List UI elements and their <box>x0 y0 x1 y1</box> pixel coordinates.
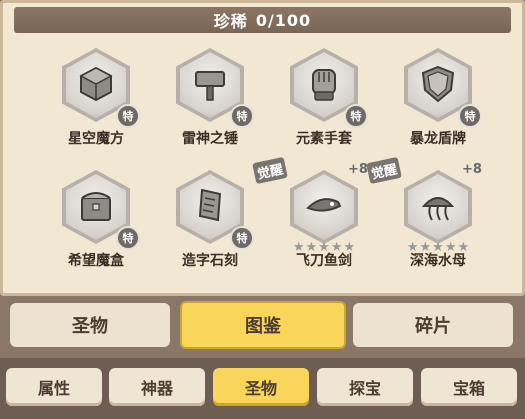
tab-relics[interactable]: 圣物 <box>10 303 170 347</box>
relic-item-stone-carving[interactable]: 特 造字石刻 <box>148 162 268 282</box>
bottom-nav: 属性 神器 圣物 探宝 宝箱 <box>0 358 525 419</box>
special-badge: 特 <box>230 226 254 250</box>
special-badge: 特 <box>344 104 368 128</box>
relic-frame: 特 <box>62 170 140 250</box>
box-icon <box>81 192 111 221</box>
rarity-title-bar: 珍稀 0/100 <box>14 7 511 33</box>
relic-frame: 特 <box>404 48 482 128</box>
nav-chests[interactable]: 宝箱 <box>421 368 517 406</box>
nav-artifacts[interactable]: 神器 <box>109 368 205 406</box>
relic-frame: 特 <box>176 48 254 128</box>
relic-frame: 特 <box>62 48 140 128</box>
nav-attributes[interactable]: 属性 <box>6 368 102 406</box>
tab-fragments[interactable]: 碎片 <box>353 303 513 347</box>
special-badge: 特 <box>230 104 254 128</box>
relic-name: 飞刀鱼剑 <box>296 253 352 269</box>
shield-icon <box>421 65 455 103</box>
special-badge: 特 <box>116 226 140 250</box>
special-badge: 特 <box>458 104 482 128</box>
awaken-label: 觉醒 <box>366 156 402 185</box>
nav-treasure-hunt[interactable]: 探宝 <box>317 368 413 406</box>
nav-relics[interactable]: 圣物 <box>213 368 309 406</box>
glove-icon <box>312 69 336 101</box>
relic-item-deep-sea-jellyfish[interactable]: 觉醒 +8 ★ ★ ★ ★ ★ 深海水母 <box>366 156 496 282</box>
relic-name: 深海水母 <box>410 253 466 269</box>
cube-icon <box>79 66 113 102</box>
jellyfish-icon <box>421 197 455 221</box>
enhance-level: +8 <box>462 162 482 177</box>
tab-collection[interactable]: 图鉴 <box>180 301 346 349</box>
stone-tablet-icon <box>198 188 222 222</box>
relic-item-element-glove[interactable]: 特 元素手套 <box>262 40 382 160</box>
hammer-icon <box>195 71 225 101</box>
relic-item-thor-hammer[interactable]: 特 雷神之锤 <box>148 40 268 160</box>
relic-grid: 特 星空魔方 特 雷神之锤 特 元素手套 特 暴龙盾牌 特 希望魔盒 特 造字石… <box>0 40 525 290</box>
relic-name: 造字石刻 <box>182 253 238 269</box>
relic-name: 星空魔方 <box>68 131 124 147</box>
relic-name: 暴龙盾牌 <box>410 131 466 147</box>
relic-name: 希望魔盒 <box>68 253 124 269</box>
relic-name: 雷神之锤 <box>182 131 238 147</box>
relic-subtabs: 圣物 图鉴 碎片 <box>10 301 515 349</box>
relic-name: 元素手套 <box>296 131 352 147</box>
awaken-label: 觉醒 <box>252 156 288 185</box>
relic-frame <box>404 170 472 244</box>
relic-item-hope-box[interactable]: 特 希望魔盒 <box>34 162 154 282</box>
relic-frame: 特 <box>290 48 368 128</box>
relic-frame: 特 <box>176 170 254 250</box>
relic-item-starry-cube[interactable]: 特 星空魔方 <box>34 40 154 160</box>
collection-panel: 珍稀 0/100 特 星空魔方 特 雷神之锤 特 元素手套 特 暴龙盾牌 特 希… <box>0 0 525 296</box>
fish-sword-icon <box>306 198 342 212</box>
rarity-label: 珍稀 <box>213 12 248 31</box>
relic-item-tyrant-shield[interactable]: 特 暴龙盾牌 <box>376 40 496 160</box>
relic-frame <box>290 170 358 244</box>
relic-item-flying-fish-sword[interactable]: 觉醒 +8 ★ ★ ★ ★ ★ 飞刀鱼剑 <box>252 156 382 282</box>
collection-progress: 0/100 <box>255 10 312 30</box>
special-badge: 特 <box>116 104 140 128</box>
enhance-level: +8 <box>348 162 368 177</box>
